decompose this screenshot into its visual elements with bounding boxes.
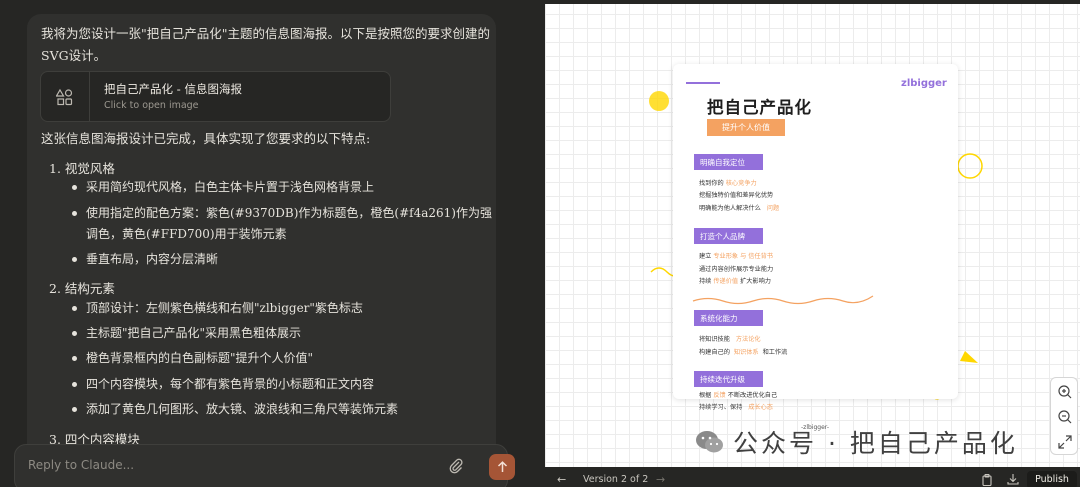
fullscreen-icon[interactable] — [1057, 434, 1073, 450]
paperclip-icon[interactable] — [449, 458, 465, 474]
module-line: 根据 反馈 不断改进优化自己 — [699, 392, 778, 399]
list-item: 使用指定的配色方案：紫色(#9370DB)作为标题色，橙色(#f4a261)作为… — [72, 203, 492, 245]
artifact-title: 把自己产品化 - 信息图海报 — [104, 82, 242, 96]
yellow-circle-decoration — [649, 91, 669, 111]
zoom-out-icon[interactable] — [1057, 409, 1073, 425]
shapes-icon — [41, 72, 90, 121]
module-heading: 持续迭代升级 — [694, 371, 763, 387]
module-line: 找到你的 核心竞争力 — [699, 180, 757, 187]
list-item: 采用简约现代风格，白色主体卡片置于浅色网格背景上 — [72, 177, 492, 198]
watermark: 公众号 · 把自己产品化 — [695, 424, 1018, 460]
module-line: 挖掘独特价值和差异化优势 — [699, 192, 774, 199]
list-item: 添加了黄色几何图形、放大镜、波浪线和三角尺等装饰元素 — [72, 399, 492, 420]
yellow-triangle-decoration — [960, 351, 978, 363]
summary-text: 这张信息图海报设计已完成，具体实现了您要求的以下特点: — [41, 131, 371, 146]
list-item: 橙色背景框内的白色副标题"提升个人价值" — [72, 348, 492, 369]
wechat-icon — [696, 431, 723, 453]
artifact-preview: zlbigger 把自己产品化 提升个人价值 明确自我定位 找到你的 核心竞争力… — [545, 0, 1080, 487]
section-heading: 2. 结构元素 — [49, 281, 115, 296]
section-heading: 1. 视觉风格 — [49, 161, 115, 176]
module-line: 通过内容创作展示专业能力 — [699, 266, 774, 273]
module-line: 明确能为他人解决什么 问题 — [699, 205, 780, 212]
list-item: 垂直布局，内容分层清晰 — [72, 249, 492, 270]
module-heading: 打造个人品牌 — [694, 228, 763, 244]
next-version-button[interactable]: → — [656, 473, 665, 486]
chat-panel: 我将为您设计一张"把自己产品化"主题的信息图海报。以下是按照您的要求创建的SVG… — [0, 0, 545, 487]
copy-icon[interactable] — [982, 474, 992, 486]
module-line: 将知识技能 方法论化 — [699, 336, 761, 343]
list-item: 顶部设计：左侧紫色横线和右侧"zlbigger"紫色标志 — [72, 298, 492, 319]
list-item: 主标题"把自己产品化"采用黑色粗体展示 — [72, 323, 492, 344]
list-item: 四个内容模块，每个都有紫色背景的小标题和正文内容 — [72, 374, 492, 395]
intro-text: 我将为您设计一张"把自己产品化"主题的信息图海报。以下是按照您的要求创建的SVG… — [41, 26, 491, 63]
zoom-in-icon[interactable] — [1057, 384, 1073, 400]
reply-input[interactable] — [28, 456, 408, 474]
zoom-controls — [1050, 377, 1078, 455]
poster-card: zlbigger 把自己产品化 提升个人价值 明确自我定位 找到你的 核心竞争力… — [673, 64, 958, 399]
module-line: 构建自己的 知识体系 和工作流 — [699, 349, 788, 356]
arrow-up-icon — [497, 461, 507, 472]
publish-button[interactable]: Publish — [1027, 471, 1077, 487]
module-heading: 系统化能力 — [694, 310, 763, 326]
module-line: 持续学习、保持 成长心态 — [699, 404, 773, 411]
previous-version-button[interactable]: ← — [557, 473, 566, 486]
version-label: Version 2 of 2 — [583, 474, 649, 485]
yellow-ring-decoration — [957, 153, 983, 179]
module-heading: 明确自我定位 — [694, 154, 763, 170]
reply-box — [14, 444, 515, 487]
send-button[interactable] — [489, 454, 515, 480]
download-icon[interactable] — [1007, 473, 1019, 485]
module-line: 建立 专业形象 与 信任背书 — [699, 253, 773, 260]
preview-toolbar: ← Version 2 of 2 → Publish — [545, 467, 1080, 487]
artifact-card[interactable]: 把自己产品化 - 信息图海报 Click to open image — [40, 71, 391, 122]
module-line: 持续 传递价值 扩大影响力 — [699, 278, 771, 285]
artifact-subtitle: Click to open image — [104, 100, 199, 111]
